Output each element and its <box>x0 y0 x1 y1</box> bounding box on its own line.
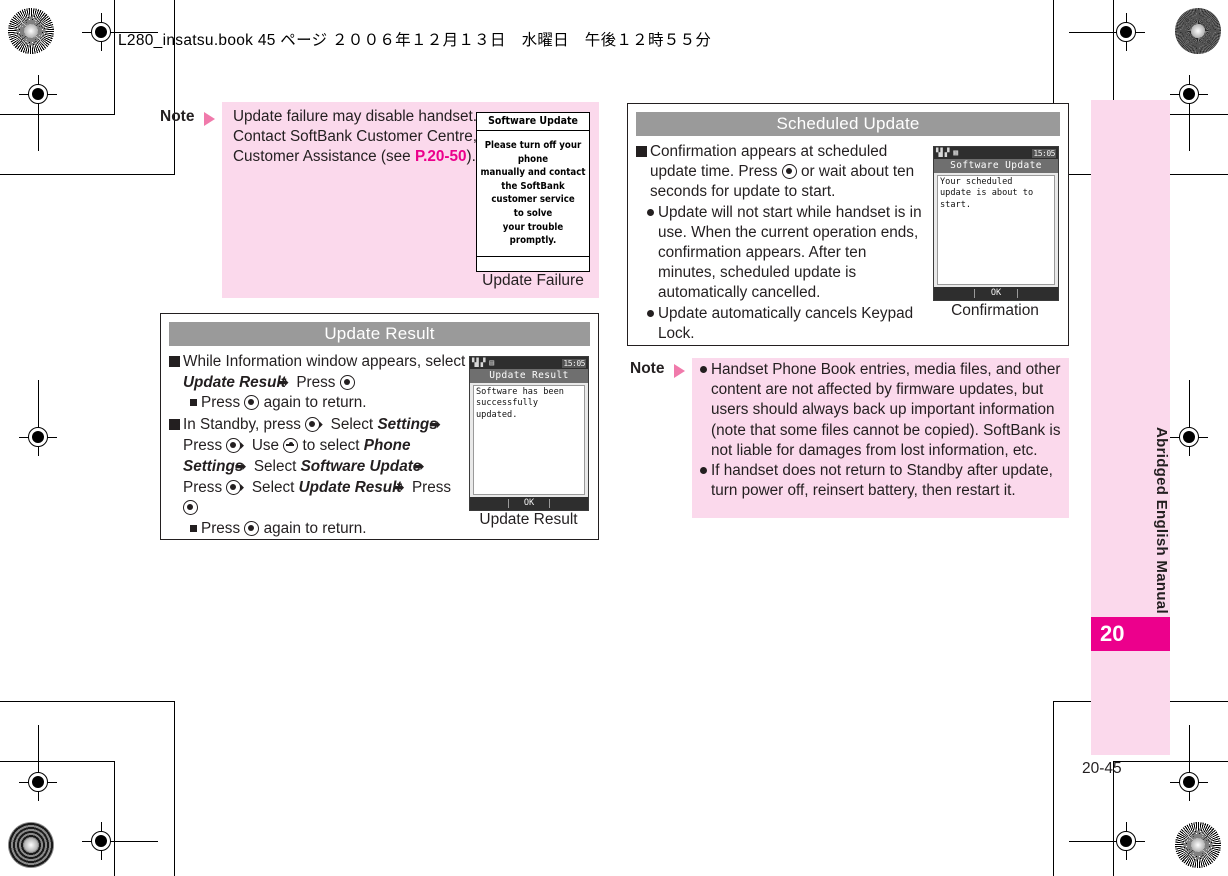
list-item: Press again to return. <box>169 519 469 539</box>
step-text: In Standby, press ➡ Select Settings ➡ Pr… <box>183 416 451 517</box>
page-canvas: L280_insatsu.book 45 ページ ２００６年１２月１３日 水曜日… <box>0 0 1228 876</box>
scheduled-update-heading: Scheduled Update <box>636 112 1060 136</box>
note-text: Update will not start while handset is i… <box>658 203 922 302</box>
color-target-top-right <box>1175 8 1221 54</box>
navigation-key-icon <box>283 437 299 453</box>
update-result-section: Update Result While Information window a… <box>160 313 599 540</box>
list-item: While Information window appears, select… <box>169 352 469 393</box>
center-key-icon <box>781 164 797 180</box>
running-header: L280_insatsu.book 45 ページ ２００６年１２月１３日 水曜日… <box>118 32 712 49</box>
registration-mark-tr-outer <box>1170 75 1208 151</box>
status-clock: 15:05 <box>1032 148 1056 158</box>
list-item: If handset does not return to Standby af… <box>700 461 1062 501</box>
note-text: If handset does not return to Standby af… <box>711 462 1053 500</box>
step-text: While Information window appears, select… <box>183 353 466 392</box>
note-text: Handset Phone Book entries, media files,… <box>711 361 1061 459</box>
update-result-steps: While Information window appears, select… <box>169 352 469 539</box>
confirmation-screenshot: ▚▌▞ ▩ 15:05 Software Update Your schedul… <box>933 146 1059 301</box>
signal-icons: ▚▌▞ ▤ <box>472 358 494 367</box>
center-key-icon <box>305 416 321 432</box>
dot-bullet-icon <box>700 467 707 475</box>
center-key-icon <box>244 520 260 536</box>
left-note-page-reference[interactable]: P.20-50 <box>415 148 467 165</box>
list-item: Update will not start while handset is i… <box>636 203 926 304</box>
list-item: In Standby, press ➡ Select Settings ➡ Pr… <box>169 414 469 519</box>
scheduled-update-section: Scheduled Update Confirmation appears at… <box>627 103 1069 346</box>
square-bullet-icon <box>169 356 180 367</box>
confirmation-caption: Confirmation <box>951 302 1039 319</box>
failure-line-4: to solve <box>513 207 553 219</box>
dot-bullet-icon <box>647 309 654 317</box>
update-result-caption: Update Result <box>479 511 578 528</box>
dot-bullet-icon <box>647 208 654 216</box>
failure-line-3: customer service <box>491 194 575 206</box>
color-target-top-left <box>8 8 54 54</box>
right-note-arrow-icon <box>674 364 685 378</box>
registration-mark-bl-inner <box>82 822 158 860</box>
left-note-label: Note <box>160 108 195 125</box>
screenshot-title-bar: Software Update <box>934 159 1058 173</box>
step-text: Confirmation appears at scheduled update… <box>650 143 915 201</box>
registration-mark-br-inner <box>1069 822 1145 860</box>
softkey-label[interactable]: OK <box>991 288 1001 298</box>
left-note-arrow-icon <box>204 112 215 126</box>
screenshot-softkey-bar: OK <box>470 497 588 510</box>
screenshot-message-area: Software has been successfully updated. <box>473 385 585 495</box>
scheduled-update-notes: Confirmation appears at scheduled update… <box>636 142 926 344</box>
list-item: Press again to return. <box>169 393 469 413</box>
left-note-text: Update failure may disable handset. Cont… <box>233 107 478 168</box>
chapter-number-tab: 20 <box>1091 617 1170 651</box>
right-note-label: Note <box>630 360 665 377</box>
registration-mark-tl-inner <box>82 13 158 51</box>
registration-mark-br-outer <box>1170 725 1208 801</box>
failure-screen-body: Please turn off your phone manually and … <box>477 131 589 248</box>
update-failure-caption: Update Failure <box>482 272 584 289</box>
color-target-bottom-right <box>1175 822 1221 868</box>
center-key-icon <box>244 395 260 411</box>
update-failure-screen-mock: Software Update Please turn off your pho… <box>476 112 590 272</box>
registration-mark-tl-outer <box>19 75 57 151</box>
color-target-bottom-left <box>8 822 54 868</box>
softkey-label[interactable]: OK <box>524 498 534 508</box>
failure-screen-title: Software Update <box>477 113 589 131</box>
dot-bullet-icon <box>700 366 707 373</box>
list-item: Update automatically cancels Keypad Lock… <box>636 304 926 344</box>
registration-mark-bl-outer <box>19 725 57 801</box>
screenshot-softkey-bar: OK <box>934 287 1058 300</box>
failure-line-5: your trouble promptly. <box>502 221 564 247</box>
signal-icons: ▚▌▞ ▩ <box>936 148 958 157</box>
left-note-text-after: ). <box>466 148 476 166</box>
screenshot-status-bar: ▚▌▞ ▩ 15:05 <box>934 147 1058 159</box>
note-text: Update automatically cancels Keypad Lock… <box>658 304 914 342</box>
list-item: Handset Phone Book entries, media files,… <box>700 360 1062 461</box>
page-folio: 20-45 <box>1082 760 1122 777</box>
failure-line-0: Please turn off your phone <box>484 140 582 165</box>
screenshot-title-bar: Update Result <box>470 369 588 383</box>
update-result-heading: Update Result <box>169 322 590 346</box>
small-square-bullet-icon <box>190 399 197 407</box>
registration-mark-tr-inner <box>1069 13 1145 51</box>
small-square-bullet-icon <box>190 524 197 532</box>
registration-mark-mr-right <box>1170 380 1208 456</box>
square-bullet-icon <box>636 146 647 157</box>
step-text: Press again to return. <box>201 519 367 537</box>
update-result-screenshot: ▚▌▞ ▤ 15:05 Update Result Software has b… <box>469 356 589 511</box>
list-item: Confirmation appears at scheduled update… <box>636 142 926 203</box>
step-text: Press again to return. <box>201 394 367 412</box>
center-key-icon <box>183 500 198 516</box>
screenshot-message-area: Your scheduled update is about to start. <box>937 175 1055 285</box>
chapter-tab-title: Abridged English Manual <box>1153 426 1170 614</box>
right-note-list: Handset Phone Book entries, media files,… <box>700 360 1062 501</box>
screenshot-status-bar: ▚▌▞ ▤ 15:05 <box>470 357 588 369</box>
failure-line-2: the SoftBank <box>501 180 565 192</box>
status-clock: 15:05 <box>562 358 586 368</box>
registration-mark-ml-left <box>19 380 57 456</box>
center-key-icon <box>339 375 355 391</box>
failure-line-1: manually and contact <box>480 167 586 179</box>
failure-screen-softkey-bar <box>477 256 589 271</box>
square-bullet-icon <box>169 418 180 430</box>
